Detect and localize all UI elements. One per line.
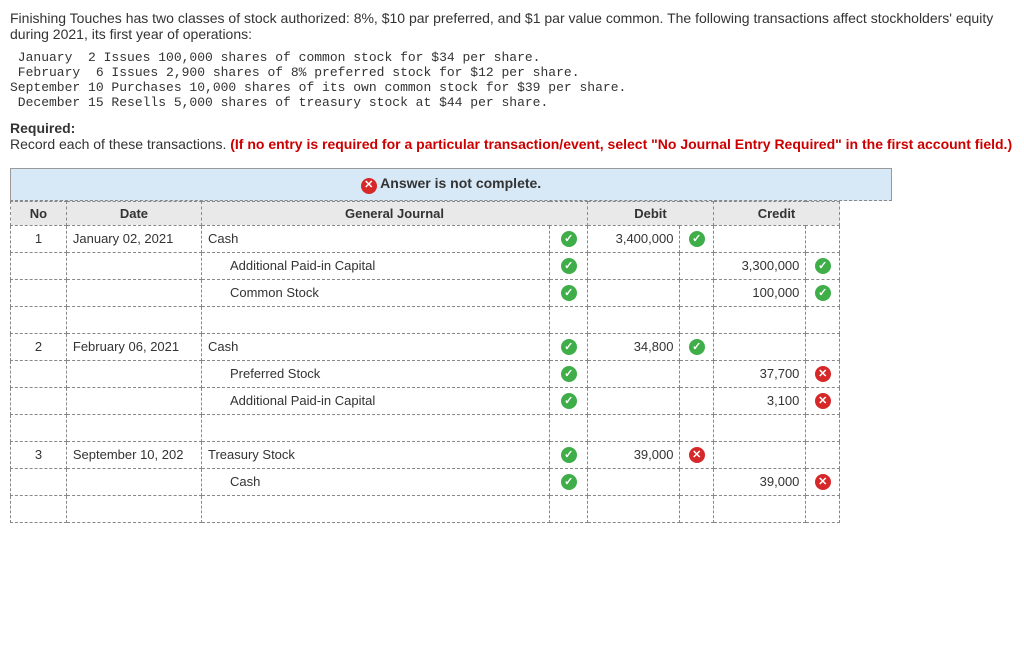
x-icon: ✕ [815, 366, 831, 382]
account-field[interactable]: Cash [201, 333, 549, 360]
entry-no [11, 360, 67, 387]
entry-date[interactable] [66, 387, 201, 414]
debit-field[interactable]: 39,000 [588, 441, 680, 468]
check-icon: ✓ [561, 258, 577, 274]
table-row: Cash✓·39,000✕ [11, 468, 840, 495]
entry-date[interactable] [66, 279, 201, 306]
account-field[interactable]: Additional Paid-in Capital [201, 387, 549, 414]
x-icon: ✕ [815, 474, 831, 490]
account-field[interactable]: Cash [201, 468, 549, 495]
entry-date[interactable]: February 06, 2021 [66, 333, 201, 360]
col-date-header: Date [66, 201, 201, 225]
debit-field[interactable] [588, 468, 680, 495]
table-row: Additional Paid-in Capital✓·3,100✕ [11, 387, 840, 414]
x-icon: ✕ [815, 393, 831, 409]
check-icon: ✓ [689, 231, 705, 247]
credit-field[interactable]: 37,700 [713, 360, 805, 387]
table-row [11, 414, 840, 441]
credit-field[interactable]: 100,000 [713, 279, 805, 306]
required-block: Required: Record each of these transacti… [10, 120, 1014, 152]
entry-no: 2 [11, 333, 67, 360]
table-row: Common Stock✓·100,000✓ [11, 279, 840, 306]
table-header-row: No Date General Journal Debit Credit [11, 201, 840, 225]
entry-date[interactable]: January 02, 2021 [66, 225, 201, 252]
entry-date[interactable]: September 10, 202 [66, 441, 201, 468]
check-icon: ✓ [815, 258, 831, 274]
debit-field[interactable] [588, 252, 680, 279]
check-icon: ✓ [561, 285, 577, 301]
problem-intro: Finishing Touches has two classes of sto… [10, 10, 1014, 42]
debit-field[interactable]: 3,400,000 [588, 225, 680, 252]
debit-field[interactable] [588, 387, 680, 414]
account-field[interactable]: Preferred Stock [201, 360, 549, 387]
check-icon: ✓ [815, 285, 831, 301]
check-icon: ✓ [561, 474, 577, 490]
account-field[interactable]: Treasury Stock [201, 441, 549, 468]
entry-date[interactable] [66, 468, 201, 495]
debit-field[interactable]: 34,800 [588, 333, 680, 360]
table-row [11, 306, 840, 333]
entry-date[interactable] [66, 252, 201, 279]
check-icon: ✓ [561, 393, 577, 409]
credit-field[interactable]: 3,100 [713, 387, 805, 414]
journal-table: No Date General Journal Debit Credit 1Ja… [10, 201, 840, 523]
entry-no: 3 [11, 441, 67, 468]
x-icon: ✕ [689, 447, 705, 463]
credit-field[interactable]: 3,300,000 [713, 252, 805, 279]
table-row: 3September 10, 202Treasury Stock ✓ 39,000 ✕… [11, 441, 840, 468]
answer-status-banner: ✕ Answer is not complete. [10, 168, 892, 201]
table-row: 2February 06, 2021Cash✓34,800✓· [11, 333, 840, 360]
check-icon: ✓ [689, 339, 705, 355]
check-icon: ✓ [561, 447, 577, 463]
entry-no [11, 279, 67, 306]
banner-text: Answer is not complete. [380, 175, 541, 191]
credit-field[interactable]: 39,000 [713, 468, 805, 495]
col-debit-header: Debit [588, 201, 714, 225]
col-no-header: No [11, 201, 67, 225]
debit-field[interactable] [588, 360, 680, 387]
entry-no [11, 252, 67, 279]
required-text: Record each of these transactions. [10, 136, 230, 152]
required-instruction: (If no entry is required for a particula… [230, 136, 1012, 152]
table-row: Preferred Stock✓·37,700✕ [11, 360, 840, 387]
table-row: Additional Paid-in Capital✓·3,300,000✓ [11, 252, 840, 279]
entry-no: 1 [11, 225, 67, 252]
transaction-list: January 2 Issues 100,000 shares of commo… [10, 50, 1014, 110]
debit-field[interactable] [588, 279, 680, 306]
account-field[interactable]: Common Stock [201, 279, 549, 306]
entry-no [11, 387, 67, 414]
check-icon: ✓ [561, 231, 577, 247]
check-icon: ✓ [561, 339, 577, 355]
entry-date[interactable] [66, 360, 201, 387]
error-icon: ✕ [361, 178, 377, 194]
col-credit-header: Credit [713, 201, 839, 225]
credit-field[interactable] [713, 225, 805, 252]
check-icon: ✓ [561, 366, 577, 382]
entry-no [11, 468, 67, 495]
col-gj-header: General Journal [201, 201, 587, 225]
credit-field[interactable] [713, 333, 805, 360]
table-row: 1January 02, 2021Cash✓3,400,000✓· [11, 225, 840, 252]
account-field[interactable]: Additional Paid-in Capital [201, 252, 549, 279]
required-label: Required: [10, 120, 75, 136]
table-row [11, 495, 840, 522]
credit-field[interactable] [713, 441, 805, 468]
account-field[interactable]: Cash [201, 225, 549, 252]
